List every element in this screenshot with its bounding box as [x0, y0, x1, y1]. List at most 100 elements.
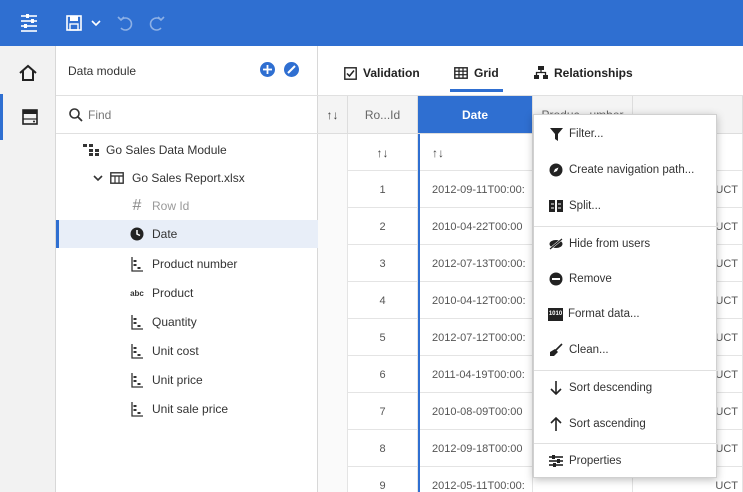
measure-icon: [128, 343, 146, 359]
tab-label: Relationships: [554, 66, 633, 80]
tree-item-product[interactable]: abc Product: [56, 279, 318, 307]
row-gutter: [318, 393, 348, 430]
tree-item-unit-sale-price[interactable]: Unit sale price: [56, 395, 318, 423]
data-sources-icon[interactable]: [0, 94, 56, 140]
tree-item-label: Unit sale price: [152, 402, 229, 416]
search-input[interactable]: [88, 105, 308, 125]
view-tabs: Validation Grid Relationships: [318, 46, 743, 96]
navigation-menu-icon[interactable]: [16, 11, 42, 35]
tree-item-quantity[interactable]: Quantity: [56, 308, 318, 336]
search-icon: [68, 107, 84, 123]
tree-item-label: Unit cost: [152, 344, 199, 358]
chevron-down-icon[interactable]: [92, 174, 104, 182]
tree-item-report-file[interactable]: Go Sales Report.xlsx: [56, 164, 318, 192]
cell-date: 2010-04-22T00:00: [418, 208, 533, 245]
find-bar: [56, 96, 318, 134]
tab-label: Grid: [474, 66, 499, 80]
relationships-icon: [534, 66, 548, 80]
menu-item-properties[interactable]: Properties: [534, 444, 718, 478]
menu-item-label: Filter...: [569, 128, 604, 140]
cell-date: 2011-04-19T00:00:: [418, 356, 533, 393]
cell-date: 2010-04-12T00:00:: [418, 282, 533, 319]
menu-item-label: Clean...: [569, 344, 609, 356]
home-icon[interactable]: [0, 50, 56, 96]
tree-item-product-number[interactable]: Product number: [56, 250, 318, 278]
edit-icon[interactable]: [284, 62, 299, 77]
tree-item-label: Quantity: [152, 315, 197, 329]
menu-item-sort-ascending[interactable]: Sort ascending: [534, 407, 718, 441]
tree-item-label: Product number: [152, 257, 238, 271]
menu-item-filter[interactable]: Filter...: [534, 117, 718, 151]
tree-item-label: Product: [152, 286, 194, 300]
sort-icon[interactable]: ↑↓: [318, 96, 348, 134]
cell-date: 2012-09-11T00:00:: [418, 171, 533, 208]
cell-date: 2010-08-09T00:00: [418, 393, 533, 430]
tab-relationships[interactable]: Relationships: [534, 60, 633, 86]
row-gutter: [318, 467, 348, 492]
redo-icon[interactable]: [146, 11, 168, 35]
panel-header: Data module: [56, 46, 318, 96]
compass-icon: [548, 162, 564, 178]
checkbox-icon: [344, 66, 357, 80]
cell-row-id: 7: [348, 393, 418, 430]
tree-item-label: Unit price: [152, 373, 203, 387]
text-icon: abc: [130, 288, 144, 298]
save-icon[interactable]: [64, 11, 84, 35]
menu-item-label: Split...: [569, 200, 601, 212]
column-header-date[interactable]: Date: [418, 96, 533, 134]
menu-item-clean[interactable]: Clean...: [534, 333, 718, 367]
menu-item-label: Sort descending: [569, 382, 653, 394]
add-source-button[interactable]: [260, 62, 275, 77]
row-gutter: [318, 208, 348, 245]
tree-item-unit-cost[interactable]: Unit cost: [56, 337, 318, 365]
tree-item-date[interactable]: Date: [56, 220, 318, 248]
filter-icon: [548, 126, 564, 142]
arrow-up-icon: [548, 416, 564, 432]
sort-icon[interactable]: ↑↓: [418, 134, 533, 171]
row-gutter: [318, 171, 348, 208]
tree-item-unit-price[interactable]: Unit price: [56, 366, 318, 394]
row-gutter: [318, 356, 348, 393]
column-header-row-id[interactable]: Ro...Id: [348, 96, 418, 134]
cell-row-id: 6: [348, 356, 418, 393]
column-context-menu: Filter... Create navigation path... Spli…: [533, 114, 718, 478]
undo-icon[interactable]: [114, 11, 136, 35]
row-gutter: [318, 134, 348, 171]
tab-grid[interactable]: Grid: [450, 60, 503, 92]
menu-item-format-data[interactable]: 1010 Format data...: [534, 297, 718, 331]
cell-row-id: 9: [348, 467, 418, 492]
table-icon: [108, 172, 126, 184]
row-gutter: [318, 430, 348, 467]
row-gutter: [318, 319, 348, 356]
tree-item-label: Go Sales Report.xlsx: [132, 171, 245, 185]
measure-icon: [128, 256, 146, 272]
split-icon: [548, 198, 564, 214]
menu-item-sort-descending[interactable]: Sort descending: [534, 371, 718, 405]
cell-row-id: 3: [348, 245, 418, 282]
menu-item-split[interactable]: Split...: [534, 189, 718, 223]
grid-icon: [454, 67, 468, 79]
cell-row-id: 4: [348, 282, 418, 319]
panel-title: Data module: [68, 64, 137, 78]
menu-item-create-navigation-path[interactable]: Create navigation path...: [534, 153, 718, 187]
sort-icon[interactable]: ↑↓: [348, 134, 418, 171]
data-module-panel: Data module Go Sales Data Module Go Sale…: [56, 46, 318, 492]
tab-validation[interactable]: Validation: [344, 60, 420, 86]
arrow-down-icon: [548, 380, 564, 396]
menu-item-label: Sort ascending: [569, 418, 646, 430]
tree-item-data-module[interactable]: Go Sales Data Module: [56, 136, 318, 164]
menu-item-label: Remove: [569, 273, 612, 285]
measure-icon: [128, 314, 146, 330]
menu-item-remove[interactable]: Remove: [534, 262, 718, 296]
tree-item-row-id[interactable]: # Row Id: [56, 192, 318, 220]
left-rail: [0, 46, 56, 492]
top-toolbar: [0, 0, 743, 46]
clean-icon: [548, 342, 564, 358]
menu-item-hide-from-users[interactable]: Hide from users: [534, 227, 718, 261]
menu-item-label: Properties: [569, 455, 622, 467]
hide-icon: [548, 236, 564, 252]
cell-date: 2012-07-13T00:00:: [418, 245, 533, 282]
save-options-chevron-icon[interactable]: [90, 11, 102, 35]
cell-row-id: 5: [348, 319, 418, 356]
cell-date: 2012-05-11T00:00:: [418, 467, 533, 492]
